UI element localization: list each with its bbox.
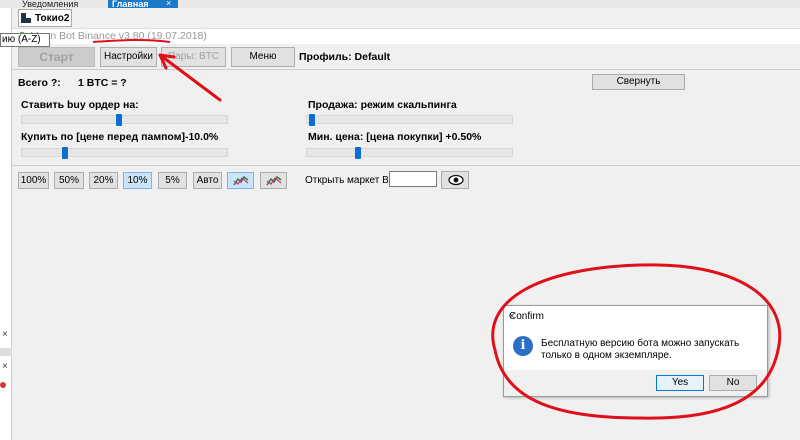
sell-mode-slider[interactable] — [306, 114, 513, 126]
close-icon[interactable]: × — [2, 329, 8, 340]
percent-button-20[interactable]: 20% — [89, 172, 118, 189]
chart-mode-button[interactable] — [227, 172, 254, 189]
menu-button[interactable]: Меню — [231, 47, 295, 67]
chart-settings-button[interactable] — [260, 172, 287, 189]
panel-tab-label: Токио2 — [35, 13, 70, 24]
buy-order-label: Ставить buy ордер на: — [21, 99, 139, 111]
slider-thumb[interactable] — [62, 147, 68, 159]
window-title: Moon Bot Binance v3.80 (19.07.2018) — [30, 30, 207, 42]
buy-order-slider[interactable] — [21, 114, 228, 126]
dialog-message: Бесплатную версию бота можно запускать т… — [541, 338, 740, 361]
chart-settings-icon — [266, 175, 282, 186]
eye-icon — [448, 174, 464, 186]
chart-icon — [233, 175, 249, 186]
min-price-label: Мин. цена: [цена покупки] +0.50% — [308, 131, 482, 143]
open-market-input[interactable] — [389, 171, 437, 187]
total-label: Всего ?: — [18, 77, 61, 89]
auto-button[interactable]: Авто — [193, 172, 222, 189]
percent-button-10[interactable]: 10% — [123, 172, 152, 189]
eye-button[interactable] — [441, 171, 469, 189]
buy-price-slider[interactable] — [21, 147, 228, 159]
tab-close-icon[interactable]: × — [166, 0, 171, 8]
dialog-close-icon[interactable]: × — [509, 311, 760, 322]
min-price-slider[interactable] — [306, 147, 513, 159]
window-titlebar: Moon Bot Binance v3.80 (19.07.2018) — [12, 28, 800, 44]
no-button[interactable]: No — [709, 375, 757, 391]
dialog-titlebar: Confirm × — [504, 306, 767, 326]
slider-thumb[interactable] — [309, 114, 315, 126]
close-icon[interactable]: × — [2, 361, 8, 372]
percent-button-5[interactable]: 5% — [158, 172, 187, 189]
panel-tab-tokio[interactable]: Токио2 — [18, 9, 72, 27]
btc-rate-label: 1 BTC = ? — [78, 77, 127, 89]
buy-price-label: Купить по [цене перед пампом]-10.0% — [21, 131, 219, 143]
slider-thumb[interactable] — [355, 147, 361, 159]
strip-divider — [0, 348, 12, 356]
percent-button-100[interactable]: 100% — [18, 172, 49, 189]
info-icon: i — [513, 336, 533, 356]
divider — [12, 165, 800, 166]
yes-button[interactable]: Yes — [656, 375, 704, 391]
sell-mode-label: Продажа: режим скальпинга — [308, 99, 457, 111]
confirm-dialog: Confirm × i Бесплатную версию бота можно… — [503, 305, 768, 397]
window-icon — [21, 13, 31, 23]
profile-label: Профиль: Default — [299, 51, 391, 63]
settings-button[interactable]: Настройки — [100, 47, 157, 67]
collapse-button[interactable]: Свернуть — [592, 74, 685, 90]
pairs-button[interactable]: Пары: BTC — [161, 47, 226, 67]
tooltip: ию (A-Z) — [0, 33, 50, 47]
dialog-body: i Бесплатную версию бота можно запускать… — [504, 326, 767, 370]
left-side-strip: × × — [0, 8, 12, 440]
status-dot — [0, 382, 6, 388]
start-button[interactable]: Старт — [18, 47, 95, 67]
percent-button-50[interactable]: 50% — [54, 172, 84, 189]
slider-thumb[interactable] — [116, 114, 122, 126]
tab-notifications[interactable]: Уведомления — [18, 0, 98, 8]
